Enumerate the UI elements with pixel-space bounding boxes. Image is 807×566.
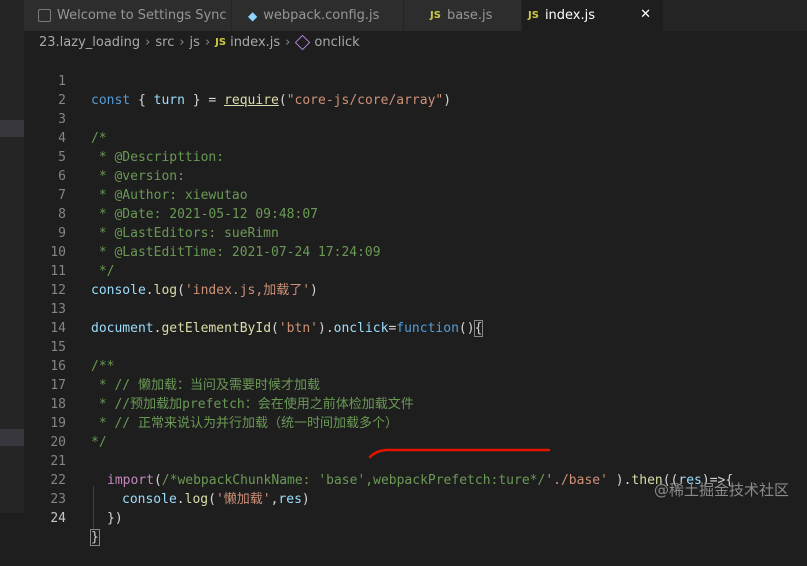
annotation-underline	[368, 448, 551, 459]
bracket-match: }	[90, 529, 100, 546]
watermark: @稀土掘金技术社区	[653, 481, 789, 499]
